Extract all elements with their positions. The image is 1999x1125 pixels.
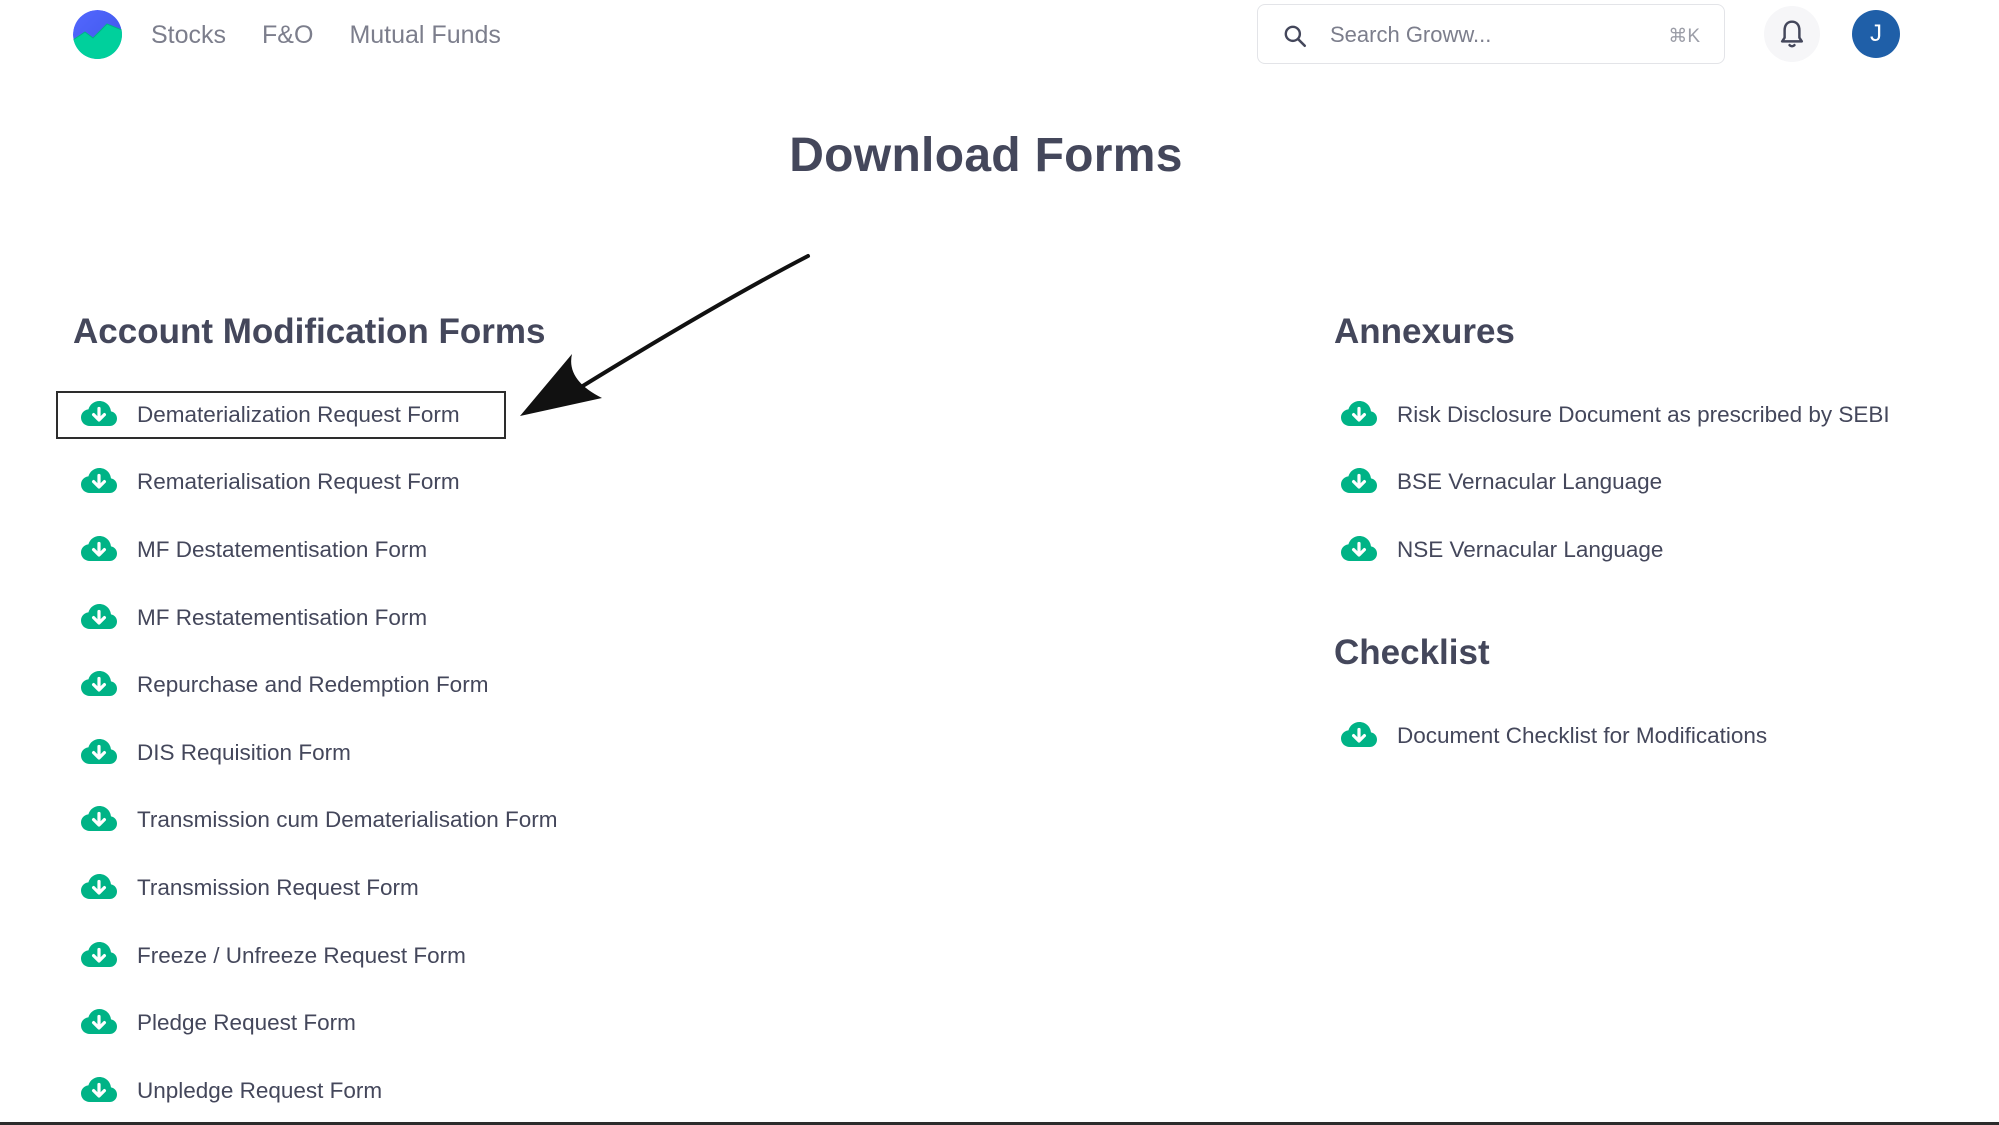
search-icon — [1284, 25, 1307, 48]
annexures-list: Risk Disclosure Document as prescribed b… — [1340, 381, 1890, 584]
cloud-download-icon — [1340, 399, 1378, 431]
checklist-list: Document Checklist for Modifications — [1340, 702, 1767, 770]
cloud-download-icon — [80, 669, 118, 701]
nav-mutual-funds[interactable]: Mutual Funds — [349, 18, 500, 52]
cloud-download-icon — [1340, 466, 1378, 498]
nav-stocks[interactable]: Stocks — [151, 18, 226, 52]
bell-icon — [1780, 20, 1804, 48]
form-dematerialization[interactable]: Dematerialization Request Form — [80, 381, 558, 449]
cloud-download-icon — [1340, 534, 1378, 566]
cloud-download-icon — [1340, 720, 1378, 752]
form-pledge-request[interactable]: Pledge Request Form — [80, 989, 558, 1057]
search-input[interactable] — [1330, 15, 1630, 55]
form-transmission-demat[interactable]: Transmission cum Dematerialisation Form — [80, 787, 558, 855]
cloud-download-icon — [80, 1007, 118, 1039]
annexure-risk-disclosure[interactable]: Risk Disclosure Document as prescribed b… — [1340, 381, 1890, 449]
account-forms-list: Dematerialization Request Form Remateria… — [80, 381, 558, 1125]
form-dis-requisition[interactable]: DIS Requisition Form — [80, 719, 558, 787]
cloud-download-icon — [80, 399, 118, 431]
cloud-download-icon — [80, 872, 118, 904]
annexure-bse-vernacular[interactable]: BSE Vernacular Language — [1340, 449, 1890, 517]
form-transmission-request[interactable]: Transmission Request Form — [80, 854, 558, 922]
form-unpledge-request[interactable]: Unpledge Request Form — [80, 1057, 558, 1125]
form-rematerialisation[interactable]: Rematerialisation Request Form — [80, 449, 558, 517]
cloud-download-icon — [80, 737, 118, 769]
checklist-document-modifications[interactable]: Document Checklist for Modifications — [1340, 702, 1767, 770]
cloud-download-icon — [80, 602, 118, 634]
search-shortcut: ⌘K — [1668, 26, 1700, 47]
cloud-download-icon — [80, 1075, 118, 1107]
form-freeze-unfreeze[interactable]: Freeze / Unfreeze Request Form — [80, 922, 558, 990]
page: Stocks F&O Mutual Funds ⌘K J Download Fo… — [0, 0, 1999, 1125]
page-title: Download Forms — [789, 129, 1183, 182]
search-box[interactable]: ⌘K — [1257, 4, 1725, 64]
nav-fno[interactable]: F&O — [262, 18, 313, 52]
cloud-download-icon — [80, 534, 118, 566]
form-mf-restatementisation[interactable]: MF Restatementisation Form — [80, 584, 558, 652]
avatar[interactable]: J — [1852, 10, 1900, 58]
annexures-heading: Annexures — [1334, 312, 1515, 351]
notifications-button[interactable] — [1764, 6, 1820, 62]
groww-logo[interactable] — [73, 10, 122, 59]
annexure-nse-vernacular[interactable]: NSE Vernacular Language — [1340, 516, 1890, 584]
form-repurchase-redemption[interactable]: Repurchase and Redemption Form — [80, 651, 558, 719]
form-mf-destatementisation[interactable]: MF Destatementisation Form — [80, 516, 558, 584]
cloud-download-icon — [80, 940, 118, 972]
cloud-download-icon — [80, 466, 118, 498]
top-nav: Stocks F&O Mutual Funds — [151, 18, 501, 52]
cloud-download-icon — [80, 804, 118, 836]
checklist-heading: Checklist — [1334, 633, 1490, 672]
account-forms-heading: Account Modification Forms — [73, 312, 546, 351]
